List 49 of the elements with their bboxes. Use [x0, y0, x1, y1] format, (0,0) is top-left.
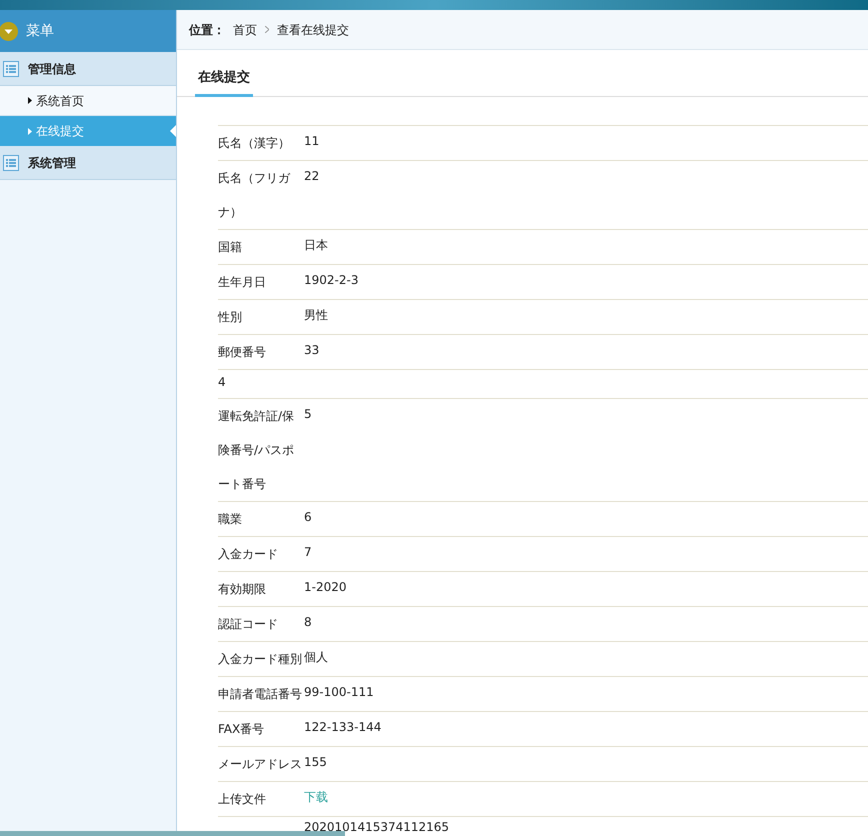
list-icon: [3, 60, 19, 76]
field-label: 4: [218, 374, 227, 390]
field-value: 男性: [304, 308, 328, 322]
field-label: 運転免許証/保険番号/パスポート番号: [218, 408, 296, 492]
field-value: 155: [304, 754, 327, 768]
field-label: FAX番号: [218, 720, 266, 738]
field-value: 22: [304, 168, 320, 182]
field-label: 有効期限: [218, 580, 267, 598]
caret-right-icon: [28, 97, 32, 104]
field-label: 認証コード: [218, 616, 279, 632]
field-value: 8: [304, 614, 312, 628]
field-label: 氏名（フリガナ）: [218, 170, 292, 220]
field-value: 6: [304, 510, 312, 524]
field-value: 99-100-111: [304, 684, 374, 698]
field-value: 2020101415374112165: [304, 820, 450, 834]
chevron-right-icon: [265, 26, 269, 33]
field-label: 郵便番号: [218, 344, 267, 360]
field-value: 1-2020: [304, 580, 347, 594]
field-value: 個人: [304, 650, 328, 664]
caret-right-icon: [28, 128, 32, 134]
field-value: 5: [304, 406, 312, 420]
field-value: 33: [304, 342, 320, 356]
field-label: 入金カード: [218, 546, 279, 562]
breadcrumb-link[interactable]: 查看在线提交: [277, 20, 349, 38]
field-value: 11: [304, 134, 320, 148]
field-label: 生年月日: [218, 274, 267, 290]
caret-down-icon: [0, 22, 18, 40]
field-label: 国籍: [218, 238, 243, 256]
menu-item[interactable]: 系统首页: [0, 86, 176, 116]
field-label: 氏名（漢字）: [218, 134, 291, 152]
field-value: 122-133-144: [304, 720, 382, 734]
field-value: 1902-2-3: [304, 272, 358, 286]
field-label: 入金カード種別: [218, 650, 303, 668]
menu-title: 菜单: [26, 22, 54, 40]
scrollbar-thumb[interactable]: [0, 831, 345, 836]
field-label: 上传文件: [218, 790, 267, 808]
list-icon: [3, 154, 19, 170]
field-label: 申請者電話番号: [218, 686, 303, 702]
field-label: 職業: [218, 510, 243, 528]
field-value: 7: [304, 544, 312, 558]
field-label: 性別: [218, 308, 243, 326]
menu-group[interactable]: 管理信息: [0, 52, 176, 86]
field-value: 日本: [304, 238, 328, 252]
menu-group[interactable]: 系统管理: [0, 146, 176, 180]
breadcrumb-label: 位置：: [189, 22, 225, 38]
breadcrumb-link[interactable]: 首页: [233, 20, 257, 38]
pointer-icon: [170, 125, 176, 137]
field-label: メールアドレス: [218, 756, 303, 772]
section-tab[interactable]: 在线提交: [195, 68, 253, 96]
